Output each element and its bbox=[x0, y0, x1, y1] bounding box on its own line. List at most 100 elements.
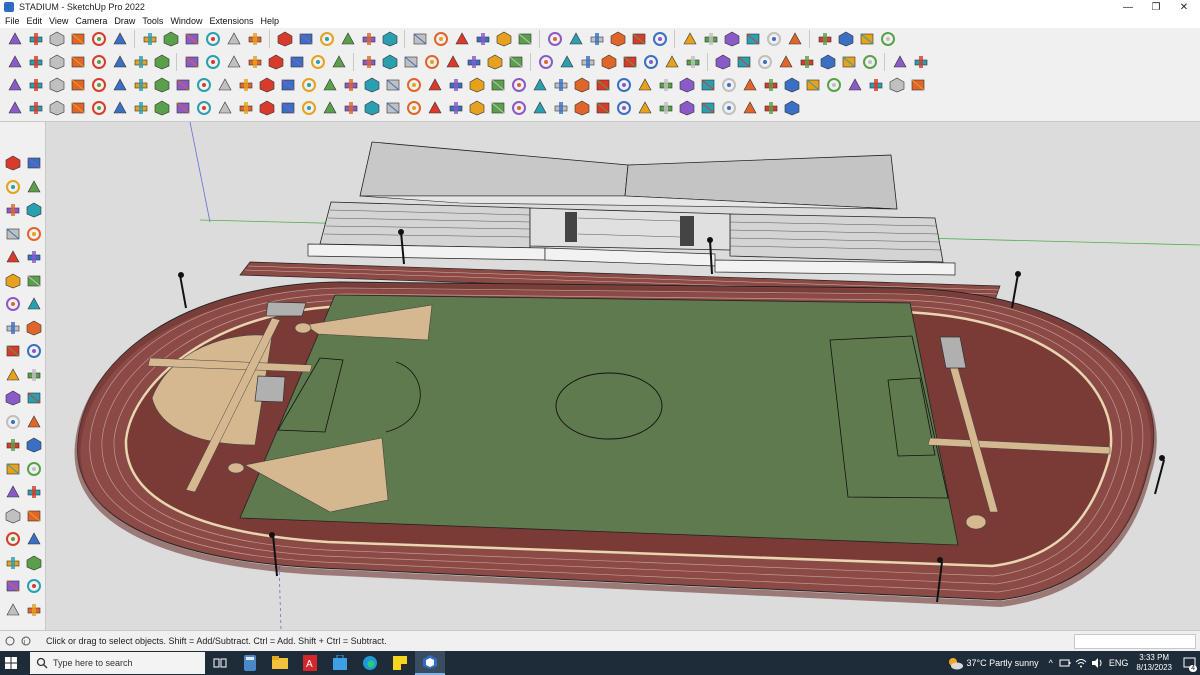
palette-tool-22-button[interactable] bbox=[25, 389, 43, 407]
palette-tool-10-button[interactable] bbox=[25, 248, 43, 266]
palette-tool-20-button[interactable] bbox=[25, 366, 43, 384]
palette-tool-17-button[interactable] bbox=[4, 342, 22, 360]
palette-tool-25-button[interactable] bbox=[4, 436, 22, 454]
row3-tool-26-button[interactable] bbox=[530, 76, 549, 95]
palette-tool-39-button[interactable] bbox=[4, 601, 22, 619]
row1-tool-10-button[interactable] bbox=[203, 30, 222, 49]
row3-tool-36-button[interactable] bbox=[740, 76, 759, 95]
row2-tool-37-button[interactable] bbox=[797, 53, 816, 72]
palette-tool-28-button[interactable] bbox=[25, 460, 43, 478]
row2-tool-29-button[interactable] bbox=[620, 53, 639, 72]
row1-tool-13-button[interactable] bbox=[275, 30, 294, 49]
row2-tool-18-button[interactable] bbox=[380, 53, 399, 72]
row1-tool-16-button[interactable] bbox=[338, 30, 357, 49]
row3-tool-6-button[interactable] bbox=[110, 76, 129, 95]
row3-tool-32-button[interactable] bbox=[656, 76, 675, 95]
menu-edit[interactable]: Edit bbox=[27, 16, 43, 26]
row3-tool-39-button[interactable] bbox=[803, 76, 822, 95]
row2-tool-28-button[interactable] bbox=[599, 53, 618, 72]
credits-icon[interactable]: i bbox=[20, 635, 32, 647]
row2-tool-14-button[interactable] bbox=[287, 53, 306, 72]
row3-tool-10-button[interactable] bbox=[194, 76, 213, 95]
palette-tool-19-button[interactable] bbox=[4, 366, 22, 384]
row1-tool-8-button[interactable] bbox=[161, 30, 180, 49]
row4-tool-19-button[interactable] bbox=[383, 99, 402, 118]
row2-tool-7-button[interactable] bbox=[131, 53, 150, 72]
palette-tool-15-button[interactable] bbox=[4, 319, 22, 337]
row4-tool-22-button[interactable] bbox=[446, 99, 465, 118]
row2-tool-26-button[interactable] bbox=[557, 53, 576, 72]
palette-tool-23-button[interactable] bbox=[4, 413, 22, 431]
row1-tool-21-button[interactable] bbox=[452, 30, 471, 49]
row2-tool-20-button[interactable] bbox=[422, 53, 441, 72]
row4-tool-27-button[interactable] bbox=[551, 99, 570, 118]
sticky-notes-app[interactable] bbox=[385, 651, 415, 675]
row1-tool-6-button[interactable] bbox=[110, 30, 129, 49]
sketchup-app[interactable] bbox=[415, 651, 445, 675]
row4-tool-15-button[interactable] bbox=[299, 99, 318, 118]
row2-tool-19-button[interactable] bbox=[401, 53, 420, 72]
row1-tool-11-button[interactable] bbox=[224, 30, 243, 49]
row3-tool-35-button[interactable] bbox=[719, 76, 738, 95]
edge-app[interactable] bbox=[355, 651, 385, 675]
row3-tool-34-button[interactable] bbox=[698, 76, 717, 95]
row2-tool-3-button[interactable] bbox=[47, 53, 66, 72]
row2-tool-16-button[interactable] bbox=[329, 53, 348, 72]
file-explorer-app[interactable] bbox=[265, 651, 295, 675]
row2-tool-1-button[interactable] bbox=[5, 53, 24, 72]
palette-tool-27-button[interactable] bbox=[4, 460, 22, 478]
row3-tool-16-button[interactable] bbox=[320, 76, 339, 95]
palette-tool-30-button[interactable] bbox=[25, 483, 43, 501]
row3-tool-33-button[interactable] bbox=[677, 76, 696, 95]
row1-tool-26-button[interactable] bbox=[566, 30, 585, 49]
palette-tool-5-button[interactable] bbox=[4, 201, 22, 219]
row1-tool-17-button[interactable] bbox=[359, 30, 378, 49]
row1-tool-15-button[interactable] bbox=[317, 30, 336, 49]
row1-tool-1-button[interactable] bbox=[5, 30, 24, 49]
menu-file[interactable]: File bbox=[5, 16, 20, 26]
row4-tool-16-button[interactable] bbox=[320, 99, 339, 118]
row3-tool-17-button[interactable] bbox=[341, 76, 360, 95]
row3-tool-23-button[interactable] bbox=[467, 76, 486, 95]
row4-tool-3-button[interactable] bbox=[47, 99, 66, 118]
palette-tool-31-button[interactable] bbox=[4, 507, 22, 525]
row4-tool-2-button[interactable] bbox=[26, 99, 45, 118]
row2-tool-25-button[interactable] bbox=[536, 53, 555, 72]
clock[interactable]: 3:33 PM 8/13/2023 bbox=[1136, 653, 1172, 673]
row3-tool-37-button[interactable] bbox=[761, 76, 780, 95]
row1-tool-2-button[interactable] bbox=[26, 30, 45, 49]
row2-tool-38-button[interactable] bbox=[818, 53, 837, 72]
palette-tool-14-button[interactable] bbox=[25, 295, 43, 313]
row3-tool-38-button[interactable] bbox=[782, 76, 801, 95]
row3-tool-40-button[interactable] bbox=[824, 76, 843, 95]
volume-icon[interactable] bbox=[1091, 657, 1103, 669]
row2-tool-13-button[interactable] bbox=[266, 53, 285, 72]
row3-tool-11-button[interactable] bbox=[215, 76, 234, 95]
row1-tool-32-button[interactable] bbox=[701, 30, 720, 49]
palette-tool-16-button[interactable] bbox=[25, 319, 43, 337]
row2-tool-36-button[interactable] bbox=[776, 53, 795, 72]
row4-tool-29-button[interactable] bbox=[593, 99, 612, 118]
palette-tool-21-button[interactable] bbox=[4, 389, 22, 407]
palette-tool-7-button[interactable] bbox=[4, 225, 22, 243]
row1-tool-36-button[interactable] bbox=[785, 30, 804, 49]
row2-tool-35-button[interactable] bbox=[755, 53, 774, 72]
row1-tool-40-button[interactable] bbox=[878, 30, 897, 49]
row4-tool-18-button[interactable] bbox=[362, 99, 381, 118]
row3-tool-7-button[interactable] bbox=[131, 76, 150, 95]
row3-tool-27-button[interactable] bbox=[551, 76, 570, 95]
palette-tool-9-button[interactable] bbox=[4, 248, 22, 266]
row4-tool-14-button[interactable] bbox=[278, 99, 297, 118]
row2-tool-12-button[interactable] bbox=[245, 53, 264, 72]
row2-tool-17-button[interactable] bbox=[359, 53, 378, 72]
row2-tool-42-button[interactable] bbox=[911, 53, 930, 72]
row3-tool-44-button[interactable] bbox=[908, 76, 927, 95]
row3-tool-28-button[interactable] bbox=[572, 76, 591, 95]
palette-tool-12-button[interactable] bbox=[25, 272, 43, 290]
row3-tool-43-button[interactable] bbox=[887, 76, 906, 95]
task-view-button[interactable] bbox=[205, 651, 235, 675]
palette-tool-32-button[interactable] bbox=[25, 507, 43, 525]
row3-tool-42-button[interactable] bbox=[866, 76, 885, 95]
palette-tool-36-button[interactable] bbox=[25, 554, 43, 572]
row4-tool-35-button[interactable] bbox=[719, 99, 738, 118]
